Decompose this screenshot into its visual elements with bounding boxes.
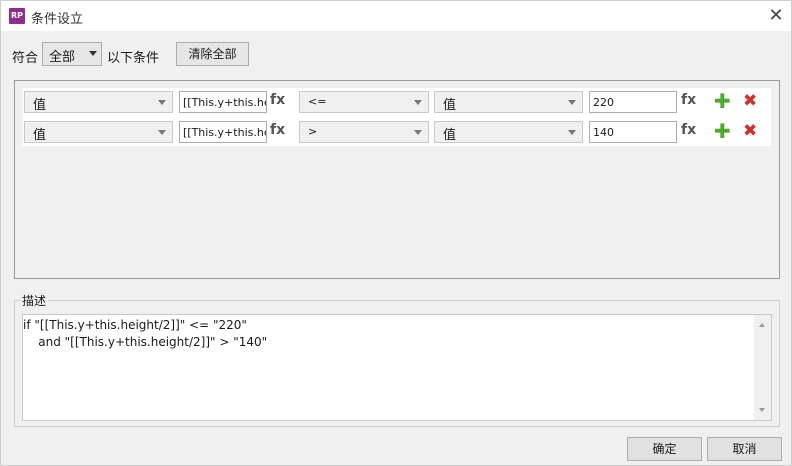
dialog-title: 条件设立 (31, 12, 84, 27)
condition-dialog: RP 条件设立 ✕ 符合 全部 以下条件 清除全部 值 [[This.y+thi… (0, 0, 792, 466)
delete-condition-icon[interactable]: ✖ (743, 91, 757, 111)
expression-input[interactable]: [[This.y+this.heig (179, 121, 267, 143)
clear-all-button[interactable]: 清除全部 (176, 42, 249, 66)
right-type-value: 值 (443, 98, 457, 113)
ok-button[interactable]: 确定 (627, 437, 702, 461)
match-mode-value: 全部 (49, 50, 76, 65)
description-label: 描述 (20, 292, 49, 309)
chevron-down-icon (414, 100, 422, 105)
operator-value: <= (308, 95, 327, 108)
chevron-down-icon (568, 130, 576, 135)
match-suffix-label: 以下条件 (107, 51, 160, 66)
value-input[interactable]: 220 (589, 91, 677, 113)
delete-condition-icon[interactable]: ✖ (743, 121, 757, 141)
cancel-button[interactable]: 取消 (707, 437, 782, 461)
value-input[interactable]: 140 (589, 121, 677, 143)
chevron-down-icon (568, 100, 576, 105)
operator-value: > (308, 125, 318, 138)
operator-select[interactable]: <= (299, 91, 429, 113)
fx-icon[interactable]: fx (270, 92, 285, 108)
scroll-down-icon[interactable] (759, 408, 765, 412)
add-condition-icon[interactable]: ✚ (714, 121, 731, 141)
close-icon[interactable]: ✕ (763, 4, 789, 28)
match-label: 符合 (12, 51, 39, 66)
left-type-select[interactable]: 值 (24, 91, 173, 113)
title-bar: RP 条件设立 ✕ (1, 1, 791, 31)
fx-icon[interactable]: fx (681, 122, 696, 138)
fx-icon[interactable]: fx (681, 92, 696, 108)
expression-input[interactable]: [[This.y+this.heig (179, 91, 267, 113)
condition-row: 值 [[This.y+this.heig fx > 值 140 fx ✚ ✖ (1, 120, 792, 144)
match-mode-select[interactable]: 全部 (42, 42, 102, 66)
right-type-value: 值 (443, 128, 457, 143)
description-line-2: and "[[This.y+this.height/2]]" > "140" (23, 335, 268, 349)
description-line-1: if "[[This.y+this.height/2]]" <= "220" (23, 318, 247, 332)
chevron-down-icon (158, 100, 166, 105)
chevron-down-icon (89, 51, 97, 56)
left-type-value: 值 (33, 128, 47, 143)
chevron-down-icon (414, 130, 422, 135)
left-type-value: 值 (33, 98, 47, 113)
chevron-down-icon (158, 130, 166, 135)
left-type-select[interactable]: 值 (24, 121, 173, 143)
right-type-select[interactable]: 值 (434, 121, 583, 143)
app-icon: RP (9, 8, 25, 24)
right-type-select[interactable]: 值 (434, 91, 583, 113)
scroll-up-icon[interactable] (759, 323, 765, 327)
description-textarea[interactable]: if "[[This.y+this.height/2]]" <= "220" a… (22, 314, 772, 421)
description-scrollbar[interactable] (754, 315, 771, 420)
operator-select[interactable]: > (299, 121, 429, 143)
add-condition-icon[interactable]: ✚ (714, 91, 731, 111)
condition-row: 值 [[This.y+this.heig fx <= 值 220 fx ✚ ✖ (1, 90, 792, 114)
fx-icon[interactable]: fx (270, 122, 285, 138)
